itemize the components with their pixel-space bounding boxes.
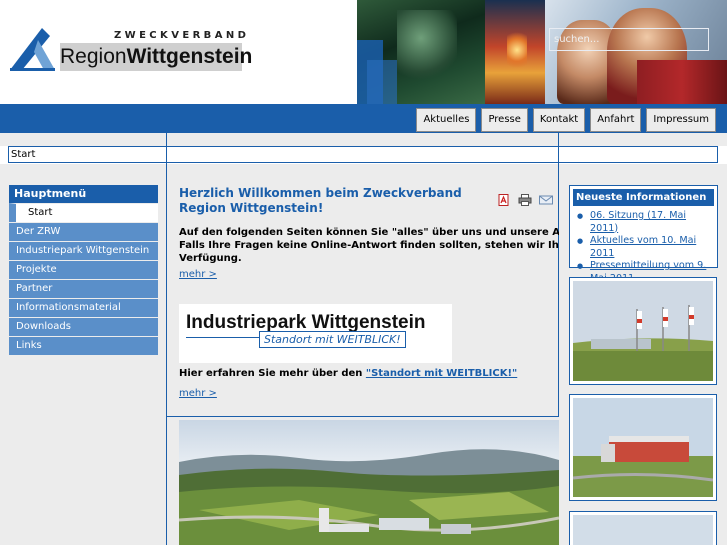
more-link[interactable]: mehr > bbox=[179, 269, 559, 280]
intro-line: Verfügung. bbox=[179, 253, 242, 264]
nav-aktuelles-button[interactable]: Aktuelles bbox=[416, 108, 477, 132]
sidebar-item-der-zrw[interactable]: Der ZRW bbox=[9, 222, 158, 241]
divider bbox=[166, 132, 167, 545]
standort-label: Hier erfahren Sie mehr über den bbox=[179, 368, 366, 379]
aerial-landscape-image bbox=[179, 420, 559, 545]
email-icon[interactable] bbox=[539, 194, 553, 206]
divider bbox=[0, 132, 727, 133]
main-menu-title: Hauptmenü bbox=[9, 185, 158, 203]
page-title: Herzlich Willkommen beim Zweckverband Re… bbox=[179, 186, 462, 215]
logo-top-text: ZWECKVERBAND bbox=[114, 30, 250, 41]
news-item: 06. Sitzung (17. Mai 2011) bbox=[576, 210, 717, 235]
third-photo-image bbox=[573, 515, 713, 545]
building-photo-image bbox=[572, 398, 714, 497]
logo-name-light: Region bbox=[60, 45, 127, 68]
news-list: 06. Sitzung (17. Mai 2011) Aktuelles vom… bbox=[570, 210, 717, 285]
thumbnail-flags[interactable] bbox=[569, 277, 717, 385]
pdf-icon[interactable] bbox=[497, 194, 511, 206]
banner-line bbox=[186, 337, 260, 338]
sidebar-item-links[interactable]: Links bbox=[9, 336, 158, 355]
news-title: Neueste Informationen bbox=[573, 189, 714, 206]
top-nav: Aktuelles Presse Kontakt Anfahrt Impress… bbox=[416, 108, 716, 132]
intro-text: Auf den folgenden Seiten können Sie "all… bbox=[179, 226, 559, 265]
intro-line: Auf den folgenden Seiten können Sie "all… bbox=[179, 227, 559, 238]
aerial-photo bbox=[179, 420, 559, 545]
thumbnail-building[interactable] bbox=[569, 394, 717, 501]
news-link[interactable]: 06. Sitzung (17. Mai 2011) bbox=[590, 210, 686, 234]
logo-triangle-icon bbox=[10, 28, 55, 71]
nav-kontakt-button[interactable]: Kontakt bbox=[532, 108, 586, 132]
nav-impressum-button[interactable]: Impressum bbox=[646, 108, 716, 132]
standort-link[interactable]: "Standort mit WEITBLICK!" bbox=[366, 368, 517, 379]
logo-name-bold: Wittgenstein bbox=[126, 45, 253, 68]
sidebar-item-industriepark[interactable]: Industriepark Wittgenstein bbox=[9, 241, 158, 260]
news-item: Aktuelles vom 10. Mai 2011 bbox=[576, 235, 717, 260]
breadcrumb[interactable]: Start bbox=[8, 146, 718, 163]
industriepark-banner[interactable]: Industriepark Wittgenstein Standort mit … bbox=[179, 304, 452, 363]
sidebar-item-downloads[interactable]: Downloads bbox=[9, 317, 158, 336]
logo[interactable]: ZWECKVERBAND RegionWittgenstein bbox=[8, 26, 252, 74]
print-icon[interactable] bbox=[518, 194, 532, 206]
header-photo-collage bbox=[357, 0, 727, 104]
header: ZWECKVERBAND RegionWittgenstein bbox=[0, 0, 727, 104]
divider bbox=[166, 416, 559, 417]
search-input[interactable] bbox=[549, 28, 709, 51]
banner-subtitle: Standort mit WEITBLICK! bbox=[259, 331, 406, 348]
sidebar-item-partner[interactable]: Partner bbox=[9, 279, 158, 298]
sidebar-item-start[interactable]: Start bbox=[9, 203, 158, 222]
page-tools bbox=[497, 194, 553, 206]
thumbnail-third[interactable] bbox=[569, 511, 717, 545]
main-content: Herzlich Willkommen beim Zweckverband Re… bbox=[179, 186, 559, 399]
sidebar-item-informationsmaterial[interactable]: Informationsmaterial bbox=[9, 298, 158, 317]
standort-text: Hier erfahren Sie mehr über den "Standor… bbox=[179, 368, 517, 379]
news-box: Neueste Informationen 06. Sitzung (17. M… bbox=[569, 185, 718, 284]
logo-name: RegionWittgenstein bbox=[60, 43, 252, 71]
news-link[interactable]: Aktuelles vom 10. Mai 2011 bbox=[590, 235, 696, 259]
sidebar-item-projekte[interactable]: Projekte bbox=[9, 260, 158, 279]
intro-line: Falls Ihre Fragen keine Online-Antwort f… bbox=[179, 240, 559, 251]
nav-anfahrt-button[interactable]: Anfahrt bbox=[590, 108, 642, 132]
nav-presse-button[interactable]: Presse bbox=[481, 108, 528, 132]
flags-photo-image bbox=[573, 281, 713, 381]
more-link[interactable]: mehr > bbox=[179, 388, 217, 399]
main-menu: Hauptmenü Start Der ZRW Industriepark Wi… bbox=[9, 185, 158, 355]
